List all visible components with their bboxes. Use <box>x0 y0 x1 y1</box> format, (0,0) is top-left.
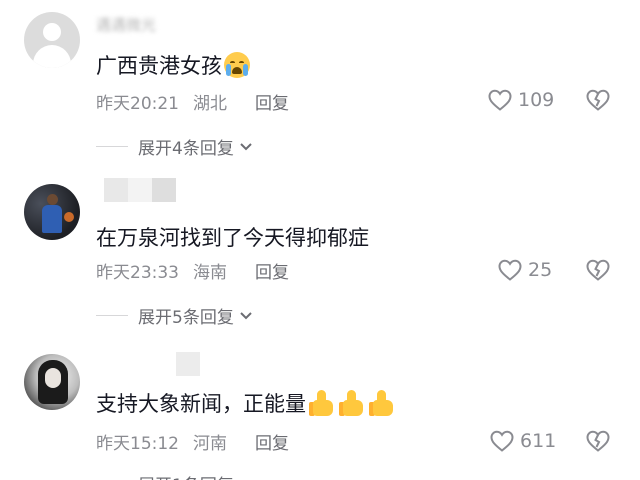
like-button[interactable]: 611 <box>489 429 556 453</box>
expand-replies-button[interactable]: 展开1条回复 <box>96 471 254 480</box>
comment-text: 在万泉河找到了今天得抑郁症 <box>96 222 369 252</box>
comment-time: 昨天20:21 <box>96 93 179 114</box>
avatar[interactable] <box>24 184 80 240</box>
expand-replies-button[interactable]: 展开4条回复 <box>96 134 254 159</box>
reply-button[interactable]: 回复 <box>255 258 289 283</box>
broken-heart-icon[interactable] <box>585 88 611 112</box>
comment-meta: 昨天23:33 海南 回复 <box>96 258 289 283</box>
thumbs-up-icon <box>369 389 396 417</box>
heart-icon <box>490 430 514 452</box>
comment-text: 支持大象新闻，正能量 <box>96 388 396 418</box>
like-button[interactable]: 109 <box>487 88 554 112</box>
like-count: 611 <box>520 430 557 452</box>
chevron-down-icon <box>240 143 252 151</box>
expand-replies-button[interactable]: 展开5条回复 <box>96 303 254 328</box>
like-button[interactable]: 25 <box>497 258 552 282</box>
avatar[interactable] <box>24 354 80 410</box>
expand-replies-label: 展开5条回复 <box>138 307 234 328</box>
chevron-down-icon <box>240 312 252 320</box>
comment-text-content: 支持大象新闻，正能量 <box>96 392 306 416</box>
username-mosaic <box>104 178 176 202</box>
heart-icon <box>488 89 512 111</box>
expand-replies-label: 展开4条回复 <box>138 138 234 159</box>
expand-replies-label: 展开1条回复 <box>138 471 234 480</box>
comment-location: 湖北 <box>193 93 227 114</box>
comment-text-content: 在万泉河找到了今天得抑郁症 <box>96 226 369 250</box>
broken-heart-icon[interactable] <box>585 258 611 282</box>
like-count: 109 <box>518 89 555 111</box>
reply-button[interactable]: 回复 <box>255 429 289 454</box>
avatar[interactable] <box>24 12 80 68</box>
heart-icon <box>498 259 522 281</box>
comment-item: 遇遇微光 广西贵港女孩 昨天20:21 湖北 回复 109 展开4条回复 <box>0 0 640 159</box>
comment-location: 河南 <box>193 433 227 454</box>
thumbs-up-icon <box>339 389 366 417</box>
chevron-down-icon <box>238 475 254 480</box>
crying-face-icon <box>224 52 250 78</box>
comment-text-content: 广西贵港女孩 <box>96 54 222 78</box>
comment-item: 在万泉河找到了今天得抑郁症 昨天23:33 海南 回复 25 展开5条回复 <box>0 172 640 328</box>
username-mosaic <box>176 352 200 376</box>
comment-meta: 昨天15:12 河南 回复 <box>96 429 289 454</box>
comment-time: 昨天23:33 <box>96 262 179 283</box>
comment-item: 支持大象新闻，正能量 昨天15:12 河南 回复 611 展开1条回复 <box>0 344 640 480</box>
broken-heart-icon[interactable] <box>585 429 611 453</box>
username[interactable]: 遇遇微光 <box>96 14 156 36</box>
thumbs-up-icon <box>309 389 336 417</box>
comment-text: 广西贵港女孩 <box>96 50 250 80</box>
reply-button[interactable]: 回复 <box>255 89 289 114</box>
comment-time: 昨天15:12 <box>96 433 179 454</box>
comment-location: 海南 <box>193 262 227 283</box>
like-count: 25 <box>528 259 553 281</box>
comment-meta: 昨天20:21 湖北 回复 <box>96 89 289 114</box>
